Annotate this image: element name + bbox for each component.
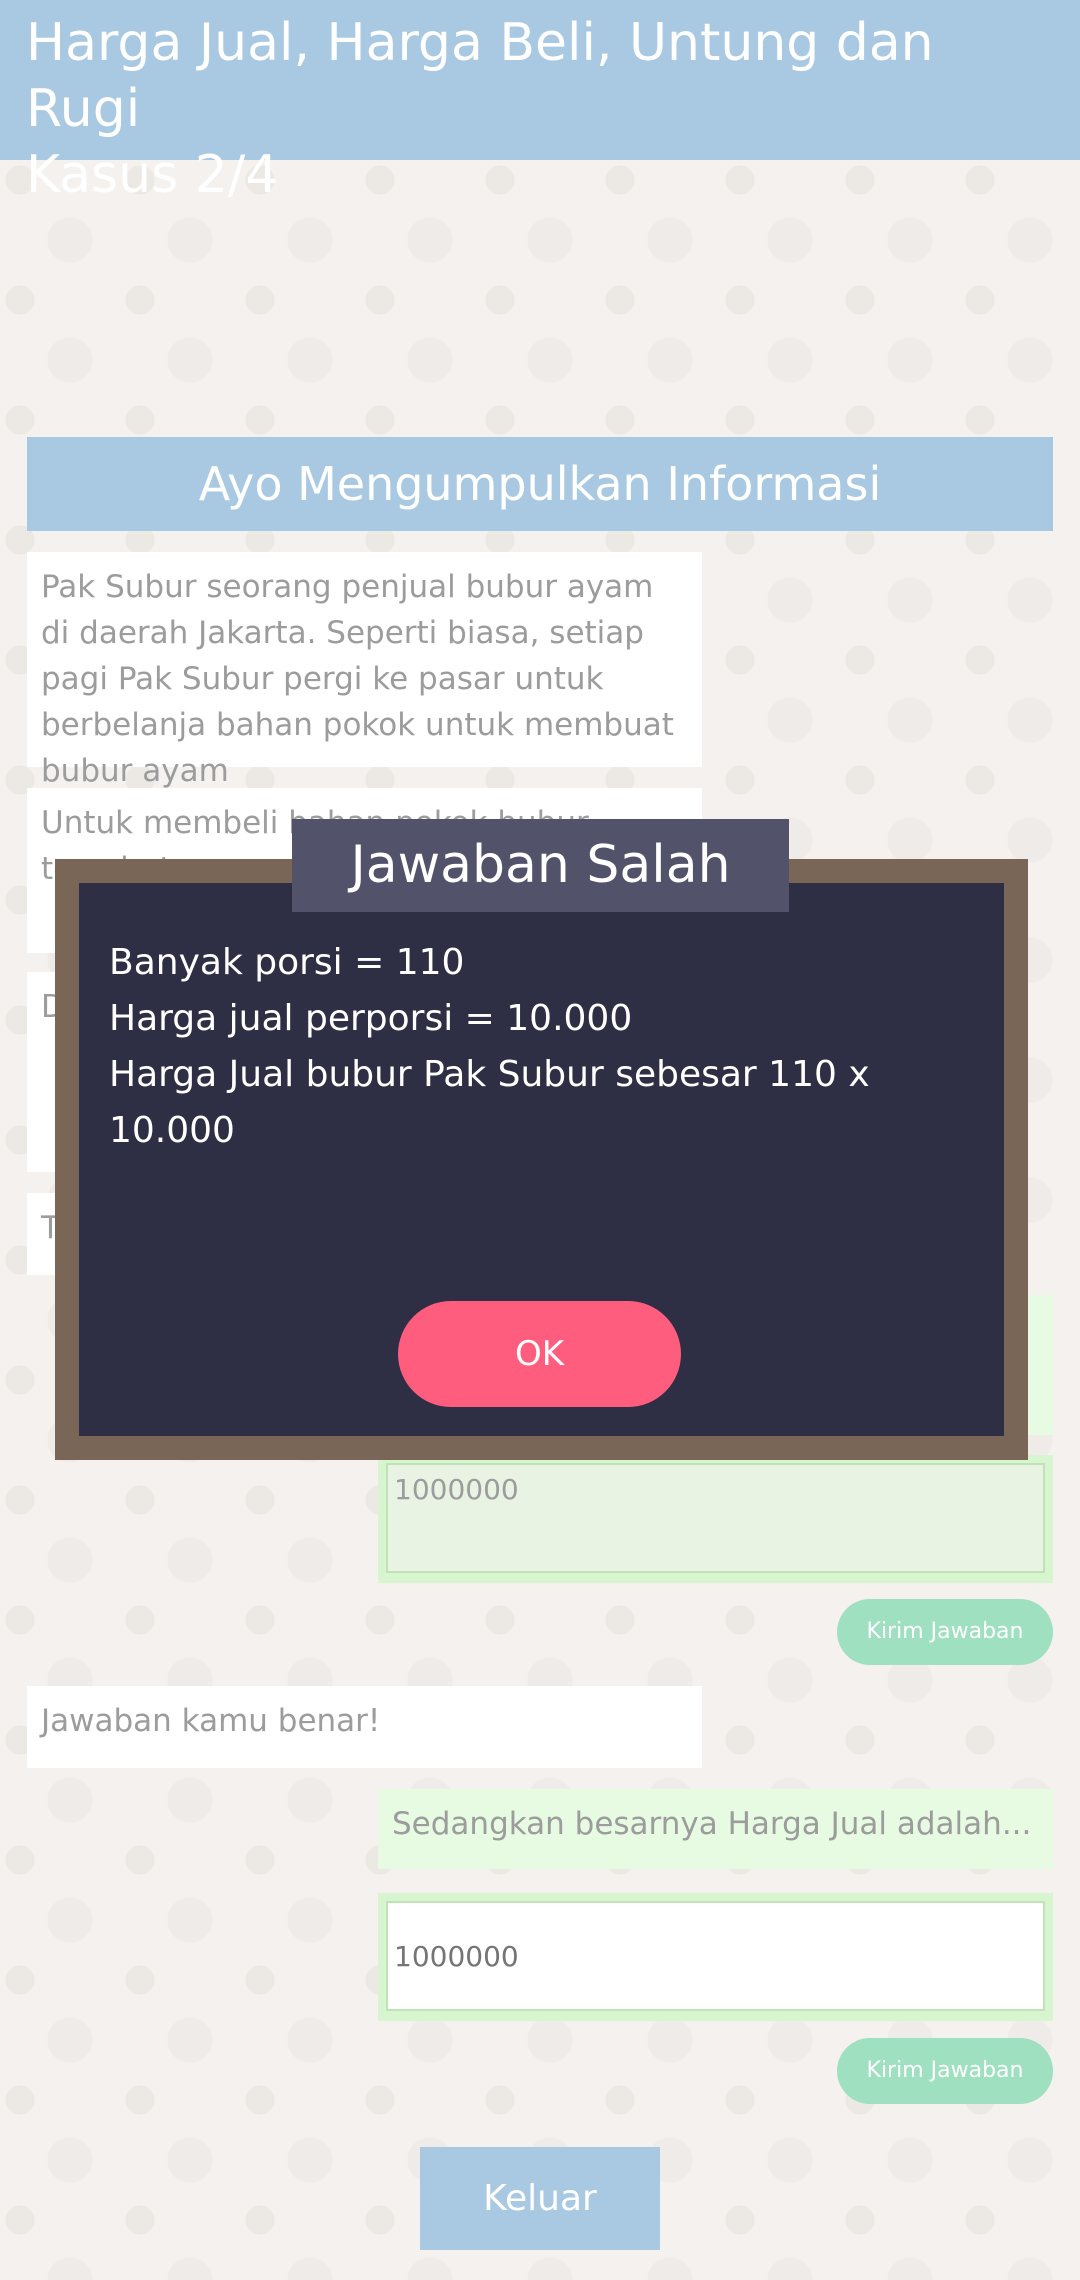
answer-area: 1000000: [378, 1455, 1053, 1583]
dialog-line: Banyak porsi = 110: [109, 942, 465, 983]
section-title: Ayo Mengumpulkan Informasi: [27, 437, 1053, 531]
answer-area: [378, 1893, 1053, 2021]
app-header: Harga Jual, Harga Beli, Untung dan Rugi …: [0, 0, 1080, 205]
result-dialog: Banyak porsi = 110 Harga jual perporsi =…: [55, 859, 1028, 1460]
feedback-bubble: Jawaban kamu benar!: [27, 1686, 702, 1768]
send-answer-button[interactable]: Kirim Jawaban: [837, 2038, 1053, 2104]
send-answer-button[interactable]: Kirim Jawaban: [837, 1599, 1053, 1665]
exit-button[interactable]: Keluar: [420, 2147, 660, 2250]
dialog-message: Banyak porsi = 110 Harga jual perporsi =…: [109, 935, 974, 1159]
answer-input[interactable]: 1000000: [386, 1463, 1045, 1573]
answer-input[interactable]: [386, 1901, 1045, 2011]
story-bubble: Pak Subur seorang penjual bubur ayam di …: [27, 552, 702, 789]
dialog-line: Harga Jual bubur Pak Subur sebesar 110 x…: [109, 1054, 870, 1151]
dialog-body: Banyak porsi = 110 Harga jual perporsi =…: [79, 883, 1004, 1436]
dialog-title: Jawaban Salah: [292, 819, 789, 912]
page-title: Harga Jual, Harga Beli, Untung dan Rugi: [26, 13, 934, 139]
ok-button[interactable]: OK: [398, 1301, 681, 1407]
case-counter: Kasus 2/4: [26, 145, 279, 205]
question-bubble: Sedangkan besarnya Harga Jual adalah...: [378, 1789, 1053, 1869]
dialog-line: Harga jual perporsi = 10.000: [109, 998, 633, 1039]
